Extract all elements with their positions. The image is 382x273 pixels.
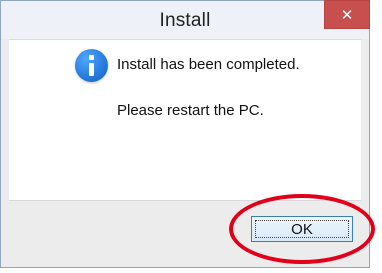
install-dialog: Install ✕ Install has been completed. Pl… <box>0 0 370 268</box>
message-line-completed: Install has been completed. <box>117 56 300 73</box>
info-icon-bar <box>89 63 94 76</box>
info-icon-dot <box>89 55 94 60</box>
info-icon <box>75 49 108 82</box>
close-button[interactable]: ✕ <box>324 0 370 29</box>
close-icon: ✕ <box>340 6 354 24</box>
screenshot-stage: Install ✕ Install has been completed. Pl… <box>0 0 382 273</box>
ok-button[interactable]: OK <box>251 216 353 242</box>
window-title: Install <box>159 10 211 31</box>
ok-button-focus-rect <box>255 220 349 238</box>
message-line-restart: Please restart the PC. <box>117 102 264 119</box>
title-bar[interactable]: Install ✕ <box>1 0 370 39</box>
